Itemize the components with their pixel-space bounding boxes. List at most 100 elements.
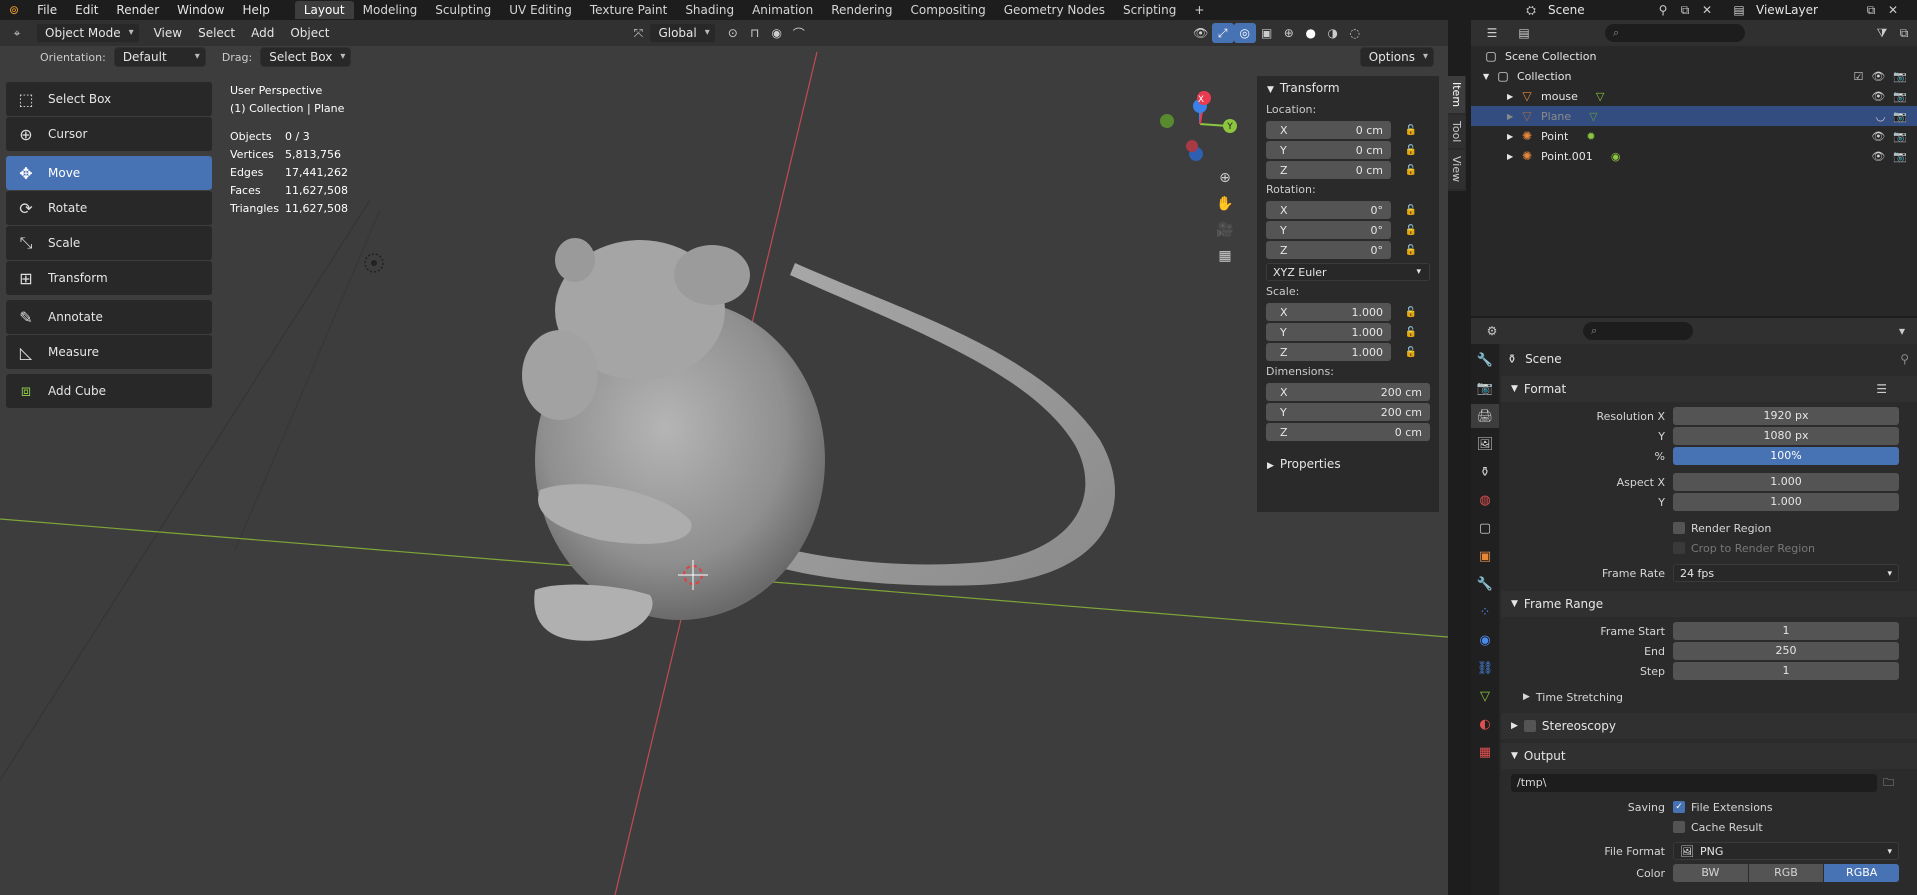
- camera-icon[interactable]: 📷: [1893, 150, 1907, 163]
- scale-y-field[interactable]: Y 1.000: [1266, 323, 1391, 341]
- snap-icon[interactable]: ⊓: [744, 23, 766, 43]
- aspect-x-field[interactable]: 1.000: [1673, 473, 1899, 491]
- tab-item[interactable]: Item: [1448, 76, 1465, 114]
- rotation-mode-dropdown[interactable]: XYZ Euler ▾: [1266, 263, 1430, 281]
- scale-z-field[interactable]: Z 1.000: [1266, 343, 1391, 361]
- modifier-tab-icon[interactable]: 🔧: [1471, 572, 1499, 596]
- world-tab-icon[interactable]: ◍: [1471, 488, 1499, 512]
- camera-view-icon[interactable]: 🎥: [1214, 220, 1236, 240]
- lock-icon[interactable]: 🔓: [1403, 123, 1419, 137]
- transform-orientation-dropdown[interactable]: Global: [649, 23, 716, 43]
- color-rgb-button[interactable]: RGB: [1748, 864, 1824, 882]
- menu-render[interactable]: Render: [107, 0, 168, 20]
- light-object[interactable]: [364, 253, 384, 273]
- lock-icon[interactable]: 🔓: [1403, 203, 1419, 217]
- tool-add-cube[interactable]: ⧈ Add Cube: [6, 374, 212, 408]
- lock-icon[interactable]: 🔓: [1403, 243, 1419, 257]
- tab-scripting[interactable]: Scripting: [1114, 1, 1185, 19]
- 3d-viewport[interactable]: ⌖ Object Mode View Select Add Object ⤧ G…: [0, 20, 1448, 895]
- tab-modeling[interactable]: Modeling: [354, 1, 427, 19]
- object-menu[interactable]: Object: [282, 23, 337, 43]
- pan-hand-icon[interactable]: ✋: [1214, 194, 1236, 214]
- stereoscopy-checkbox[interactable]: [1523, 720, 1536, 732]
- editor-type-icon[interactable]: ⌖: [6, 23, 28, 43]
- tool-cursor[interactable]: ⊕ Cursor: [6, 117, 212, 151]
- display-mode-icon[interactable]: ▤: [1513, 23, 1535, 43]
- dimensions-x-field[interactable]: X 200 cm: [1266, 383, 1430, 401]
- rendered-shading-icon[interactable]: ◌: [1344, 23, 1366, 43]
- lock-icon[interactable]: 🔓: [1403, 305, 1419, 319]
- pin-icon[interactable]: ⚲: [1900, 352, 1909, 366]
- file-extensions-checkbox[interactable]: ✓: [1673, 801, 1685, 813]
- lock-icon[interactable]: 🔓: [1403, 223, 1419, 237]
- ortho-grid-icon[interactable]: ▦: [1214, 246, 1236, 266]
- zoom-icon[interactable]: ⊕: [1214, 168, 1236, 188]
- particles-tab-icon[interactable]: ⁘: [1471, 600, 1499, 624]
- outliner-search-input[interactable]: ⌕: [1605, 24, 1745, 42]
- eye-hidden-icon[interactable]: ◡: [1876, 110, 1886, 123]
- frame-step-field[interactable]: 1: [1673, 662, 1899, 680]
- format-panel-header[interactable]: ▼ Format ☰: [1501, 376, 1917, 402]
- drag-dropdown[interactable]: Select Box: [260, 47, 352, 67]
- visibility-icon[interactable]: 👁: [1190, 23, 1212, 43]
- pivot-icon[interactable]: ⊙: [722, 23, 744, 43]
- outliner-object-point-001[interactable]: ▶ ✺ Point.001 ◉ 👁 📷: [1471, 146, 1917, 166]
- tab-shading[interactable]: Shading: [676, 1, 743, 19]
- proportional-edit-icon[interactable]: ◉: [766, 23, 788, 43]
- constraints-tab-icon[interactable]: ⛓: [1471, 656, 1499, 680]
- overlay-toggle-icon[interactable]: ◎: [1233, 23, 1256, 43]
- lock-icon[interactable]: 🔓: [1403, 143, 1419, 157]
- scene-selector-icon[interactable]: ⛭: [1520, 0, 1542, 20]
- delete-scene-icon[interactable]: ✕: [1696, 0, 1718, 20]
- file-format-dropdown[interactable]: 🖼 PNG ▾: [1673, 842, 1899, 860]
- tab-sculpting[interactable]: Sculpting: [426, 1, 500, 19]
- frame-rate-dropdown[interactable]: 24 fps ▾: [1673, 564, 1899, 582]
- menu-file[interactable]: File: [28, 0, 66, 20]
- camera-icon[interactable]: 📷: [1893, 70, 1907, 83]
- menu-help[interactable]: Help: [233, 0, 278, 20]
- render-region-checkbox[interactable]: [1673, 522, 1685, 534]
- output-panel-header[interactable]: ▼ Output: [1501, 743, 1917, 769]
- eye-icon[interactable]: 👁: [1871, 150, 1885, 163]
- tab-geometry-nodes[interactable]: Geometry Nodes: [995, 1, 1114, 19]
- location-x-field[interactable]: X 0 cm: [1266, 121, 1391, 139]
- filter-icon[interactable]: ⧩: [1871, 23, 1893, 43]
- scene-tab-icon[interactable]: ⚱: [1471, 460, 1499, 484]
- orientation-dropdown[interactable]: Default: [113, 47, 206, 67]
- rotation-z-field[interactable]: Z 0°: [1266, 241, 1391, 259]
- menu-window[interactable]: Window: [168, 0, 233, 20]
- solid-shading-icon[interactable]: ●: [1300, 23, 1322, 43]
- eye-icon[interactable]: 👁: [1871, 70, 1885, 83]
- checkbox-icon[interactable]: ☑: [1853, 70, 1863, 83]
- camera-icon[interactable]: 📷: [1893, 110, 1907, 123]
- view-menu[interactable]: View: [146, 23, 190, 43]
- delete-view-layer-icon[interactable]: ✕: [1882, 0, 1904, 20]
- tab-rendering[interactable]: Rendering: [822, 1, 901, 19]
- resolution-x-field[interactable]: 1920 px: [1673, 407, 1899, 425]
- chevron-down-icon[interactable]: ▾: [1891, 321, 1913, 341]
- collection-tab-icon[interactable]: ▢: [1471, 516, 1499, 540]
- tab-uv-editing[interactable]: UV Editing: [500, 1, 581, 19]
- cache-result-checkbox[interactable]: [1673, 821, 1685, 833]
- frame-start-field[interactable]: 1: [1673, 622, 1899, 640]
- properties-editor-icon[interactable]: ⚙: [1481, 321, 1503, 341]
- mode-dropdown[interactable]: Object Mode: [36, 23, 140, 43]
- camera-icon[interactable]: 📷: [1893, 90, 1907, 103]
- blender-logo-icon[interactable]: ⊚: [0, 0, 28, 20]
- tab-texture-paint[interactable]: Texture Paint: [581, 1, 676, 19]
- tool-measure[interactable]: ◺ Measure: [6, 335, 212, 369]
- output-path-input[interactable]: /tmp\: [1511, 774, 1877, 792]
- falloff-icon[interactable]: ⌒: [788, 23, 810, 43]
- outliner-object-point[interactable]: ▶ ✺ Point ✹ 👁 📷: [1471, 126, 1917, 146]
- camera-icon[interactable]: 📷: [1893, 130, 1907, 143]
- scale-x-field[interactable]: X 1.000: [1266, 303, 1391, 321]
- lock-icon[interactable]: 🔓: [1403, 325, 1419, 339]
- outliner-object-mouse[interactable]: ▶ ▽ mouse ▽ 👁 📷: [1471, 86, 1917, 106]
- crop-checkbox[interactable]: [1673, 542, 1685, 554]
- tool-select-box[interactable]: ⬚ Select Box: [6, 82, 212, 116]
- tool-tab-icon[interactable]: 🔧: [1471, 348, 1499, 372]
- tab-view[interactable]: View: [1448, 150, 1465, 189]
- properties-panel-header[interactable]: ▶ Properties: [1257, 452, 1439, 476]
- eye-icon[interactable]: 👁: [1871, 130, 1885, 143]
- stereoscopy-panel-header[interactable]: ▶ Stereoscopy: [1501, 713, 1917, 739]
